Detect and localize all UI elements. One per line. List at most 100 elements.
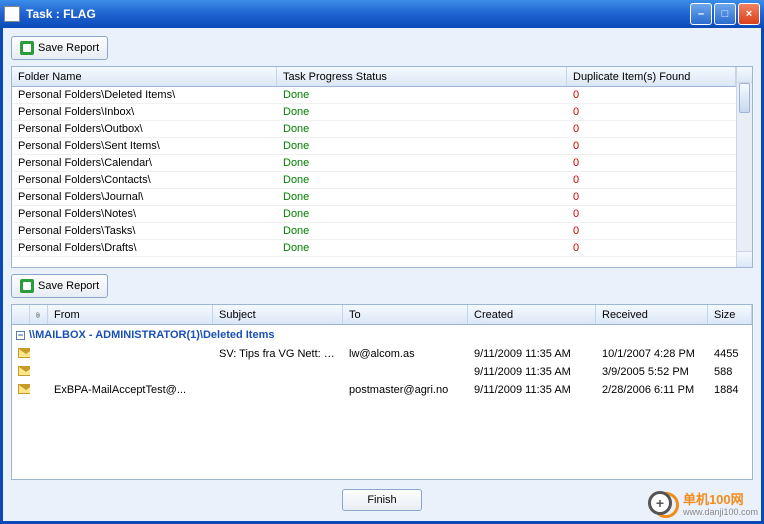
table-row[interactable]: Personal Folders\Sent Items\Done0 — [12, 138, 736, 155]
envelope-icon — [18, 366, 30, 376]
mail-row[interactable]: SV: Tips fra VG Nett: He...lw@alcom.as9/… — [12, 345, 752, 363]
cell-folder: Personal Folders\Sent Items\ — [12, 140, 277, 152]
scroll-thumb[interactable] — [739, 83, 750, 113]
bottom-bar: Finish — [11, 486, 753, 513]
cell-duplicates: 0 — [567, 106, 736, 118]
cell-status: Done — [277, 191, 567, 203]
titlebar: Task : FLAG – □ × — [0, 0, 764, 28]
cell-status: Done — [277, 106, 567, 118]
col-attachment[interactable] — [30, 305, 48, 324]
cell-duplicates: 0 — [567, 174, 736, 186]
save-report-label: Save Report — [38, 280, 99, 292]
table-row[interactable]: Personal Folders\Calendar\Done0 — [12, 155, 736, 172]
cell-to: postmaster@agri.no — [343, 384, 468, 396]
cell-duplicates: 0 — [567, 89, 736, 101]
cell-icon — [12, 384, 30, 397]
cell-folder: Personal Folders\Journal\ — [12, 191, 277, 203]
cell-folder: Personal Folders\Drafts\ — [12, 242, 277, 254]
maximize-button[interactable]: □ — [714, 3, 736, 25]
envelope-icon — [18, 348, 30, 358]
table-row[interactable]: Personal Folders\Journal\Done0 — [12, 189, 736, 206]
cell-status: Done — [277, 242, 567, 254]
cell-duplicates: 0 — [567, 208, 736, 220]
cell-created: 9/11/2009 11:35 AM — [468, 384, 596, 396]
cell-size: 4455 — [708, 348, 752, 360]
cell-duplicates: 0 — [567, 123, 736, 135]
table-row[interactable]: Personal Folders\Inbox\Done0 — [12, 104, 736, 121]
cell-icon — [12, 348, 30, 361]
mail-row[interactable]: ExBPA-MailAcceptTest@... postmaster@agri.… — [12, 381, 752, 399]
cell-folder: Personal Folders\Calendar\ — [12, 157, 277, 169]
cell-status: Done — [277, 89, 567, 101]
minimize-button[interactable]: – — [690, 3, 712, 25]
cell-folder: Personal Folders\Deleted Items\ — [12, 89, 277, 101]
table-row[interactable]: Personal Folders\Outbox\Done0 — [12, 121, 736, 138]
cell-size: 1884 — [708, 384, 752, 396]
save-icon — [20, 41, 34, 55]
window-title: Task : FLAG — [26, 7, 690, 21]
col-from[interactable]: From — [48, 305, 213, 324]
mail-items-grid: From Subject To Created Received Size − … — [11, 304, 753, 480]
task-progress-grid: Folder Name Task Progress Status Duplica… — [11, 66, 753, 268]
col-size[interactable]: Size — [708, 305, 752, 324]
cell-status: Done — [277, 157, 567, 169]
cell-size: 588 — [708, 366, 752, 378]
cell-duplicates: 0 — [567, 140, 736, 152]
col-to[interactable]: To — [343, 305, 468, 324]
grid1-header: Folder Name Task Progress Status Duplica… — [12, 67, 736, 87]
grid1-rows: Personal Folders\Deleted Items\Done0Pers… — [12, 87, 736, 257]
cell-subject: SV: Tips fra VG Nett: He... — [213, 348, 343, 360]
mail-row[interactable]: 9/11/2009 11:35 AM3/9/2005 5:52 PM588 — [12, 363, 752, 381]
save-report-label: Save Report — [38, 42, 99, 54]
col-task-status[interactable]: Task Progress Status — [277, 67, 567, 86]
col-created[interactable]: Created — [468, 305, 596, 324]
save-report-button-mid[interactable]: Save Report — [11, 274, 108, 298]
cell-duplicates: 0 — [567, 242, 736, 254]
finish-button[interactable]: Finish — [342, 489, 421, 511]
client-area: Save Report Folder Name Task Progress St… — [0, 28, 764, 524]
cell-duplicates: 0 — [567, 191, 736, 203]
cell-duplicates: 0 — [567, 157, 736, 169]
col-duplicates[interactable]: Duplicate Item(s) Found — [567, 67, 736, 86]
toolbar-mid: Save Report — [11, 274, 753, 298]
group-row[interactable]: − \\MAILBOX - ADMINISTRATOR(1)\Deleted I… — [12, 325, 752, 345]
cell-status: Done — [277, 225, 567, 237]
table-row[interactable]: Personal Folders\Tasks\Done0 — [12, 223, 736, 240]
envelope-icon — [18, 384, 30, 394]
col-received[interactable]: Received — [596, 305, 708, 324]
scroll-up-icon[interactable] — [737, 67, 752, 83]
window-controls: – □ × — [690, 3, 760, 25]
cell-received: 3/9/2005 5:52 PM — [596, 366, 708, 378]
scroll-down-icon[interactable] — [737, 251, 752, 267]
col-expand[interactable] — [12, 305, 30, 324]
save-report-button-top[interactable]: Save Report — [11, 36, 108, 60]
app-icon — [4, 6, 20, 22]
cell-folder: Personal Folders\Contacts\ — [12, 174, 277, 186]
cell-folder: Personal Folders\Inbox\ — [12, 106, 277, 118]
paperclip-icon — [36, 309, 41, 321]
grid1-scrollbar[interactable] — [736, 67, 752, 267]
cell-status: Done — [277, 208, 567, 220]
cell-received: 10/1/2007 4:28 PM — [596, 348, 708, 360]
col-subject[interactable]: Subject — [213, 305, 343, 324]
close-button[interactable]: × — [738, 3, 760, 25]
cell-to: lw@alcom.as — [343, 348, 468, 360]
cell-duplicates: 0 — [567, 225, 736, 237]
table-row[interactable]: Personal Folders\Notes\Done0 — [12, 206, 736, 223]
cell-received: 2/28/2006 6:11 PM — [596, 384, 708, 396]
cell-from: ExBPA-MailAcceptTest@... — [48, 384, 213, 396]
cell-status: Done — [277, 174, 567, 186]
grid2-header: From Subject To Created Received Size — [12, 305, 752, 325]
grid2-rows: SV: Tips fra VG Nett: He...lw@alcom.as 9/… — [12, 345, 752, 399]
table-row[interactable]: Personal Folders\Drafts\Done0 — [12, 240, 736, 257]
col-folder-name[interactable]: Folder Name — [12, 67, 277, 86]
collapse-icon[interactable]: − — [16, 331, 25, 340]
table-row[interactable]: Personal Folders\Deleted Items\Done0 — [12, 87, 736, 104]
save-icon — [20, 279, 34, 293]
cell-folder: Personal Folders\Tasks\ — [12, 225, 277, 237]
cell-folder: Personal Folders\Outbox\ — [12, 123, 277, 135]
table-row[interactable]: Personal Folders\Contacts\Done0 — [12, 172, 736, 189]
cell-icon — [12, 366, 30, 379]
toolbar-top: Save Report — [11, 36, 753, 60]
cell-status: Done — [277, 123, 567, 135]
